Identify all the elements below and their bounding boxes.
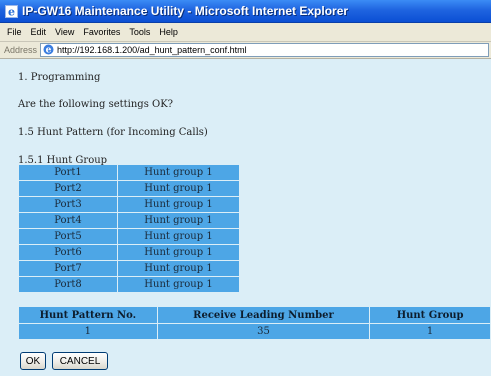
menu-bar: File Edit View Favorites Tools Help <box>0 23 491 42</box>
menu-view[interactable]: View <box>52 27 80 37</box>
page-content: 1. Programming Are the following setting… <box>0 60 491 376</box>
title-bar: e IP-GW16 Maintenance Utility - Microsof… <box>0 0 491 23</box>
port-cell: Port8 <box>19 277 117 292</box>
subsection-title: 1.5 Hunt Pattern (for Incoming Calls) <box>18 127 208 138</box>
ie-icon: e <box>4 4 18 18</box>
table-row: Port3 Hunt group 1 <box>19 197 239 212</box>
table-row: 1 35 1 <box>19 324 490 339</box>
port-cell: Port6 <box>19 245 117 260</box>
table-row: Port6 Hunt group 1 <box>19 245 239 260</box>
group-cell: Hunt group 1 <box>118 261 239 276</box>
port-cell: Port7 <box>19 261 117 276</box>
cancel-button[interactable]: CANCEL <box>52 352 108 370</box>
menu-help[interactable]: Help <box>156 27 184 37</box>
table-row: Port8 Hunt group 1 <box>19 277 239 292</box>
port-cell: Port2 <box>19 181 117 196</box>
col-header-hunt-group: Hunt Group <box>370 307 490 323</box>
group-cell: Hunt group 1 <box>118 277 239 292</box>
group-cell: Hunt group 1 <box>118 245 239 260</box>
port-cell: Port1 <box>19 165 117 180</box>
window-title: IP-GW16 Maintenance Utility - Microsoft … <box>22 4 349 18</box>
group-cell: Hunt group 1 <box>118 213 239 228</box>
table-row: Port1 Hunt group 1 <box>19 165 239 180</box>
ok-button[interactable]: OK <box>20 352 46 370</box>
page-icon: e <box>43 44 54 57</box>
table-header-row: Hunt Pattern No. Receive Leading Number … <box>19 307 490 323</box>
table-row: Port2 Hunt group 1 <box>19 181 239 196</box>
menu-favorites[interactable]: Favorites <box>80 27 126 37</box>
leading-number-cell: 35 <box>157 324 370 339</box>
table-row: Port5 Hunt group 1 <box>19 229 239 244</box>
hunt-group-cell: 1 <box>370 324 490 339</box>
menu-edit[interactable]: Edit <box>28 27 53 37</box>
address-url[interactable]: http://192.168.1.200/ad_hunt_pattern_con… <box>57 45 247 55</box>
table-row: Port4 Hunt group 1 <box>19 213 239 228</box>
hunt-pattern-table: Hunt Pattern No. Receive Leading Number … <box>18 306 491 340</box>
svg-text:e: e <box>46 45 52 55</box>
col-header-pattern-no: Hunt Pattern No. <box>19 307 157 323</box>
section-title: 1. Programming <box>18 72 101 83</box>
pattern-no-cell: 1 <box>19 324 157 339</box>
group-cell: Hunt group 1 <box>118 197 239 212</box>
port-cell: Port3 <box>19 197 117 212</box>
port-cell: Port4 <box>19 213 117 228</box>
svg-text:e: e <box>8 5 15 18</box>
hunt-group-table: Port1 Hunt group 1 Port2 Hunt group 1 Po… <box>18 164 240 293</box>
port-cell: Port5 <box>19 229 117 244</box>
col-header-leading-number: Receive Leading Number <box>157 307 370 323</box>
address-label: Address <box>4 45 38 55</box>
group-cell: Hunt group 1 <box>118 229 239 244</box>
address-field[interactable]: e http://192.168.1.200/ad_hunt_pattern_c… <box>40 43 489 57</box>
group-cell: Hunt group 1 <box>118 165 239 180</box>
group-cell: Hunt group 1 <box>118 181 239 196</box>
menu-file[interactable]: File <box>4 27 28 37</box>
menu-tools[interactable]: Tools <box>126 27 156 37</box>
confirm-question: Are the following settings OK? <box>18 99 174 110</box>
table-row: Port7 Hunt group 1 <box>19 261 239 276</box>
address-bar: Address e http://192.168.1.200/ad_hunt_p… <box>0 42 491 59</box>
